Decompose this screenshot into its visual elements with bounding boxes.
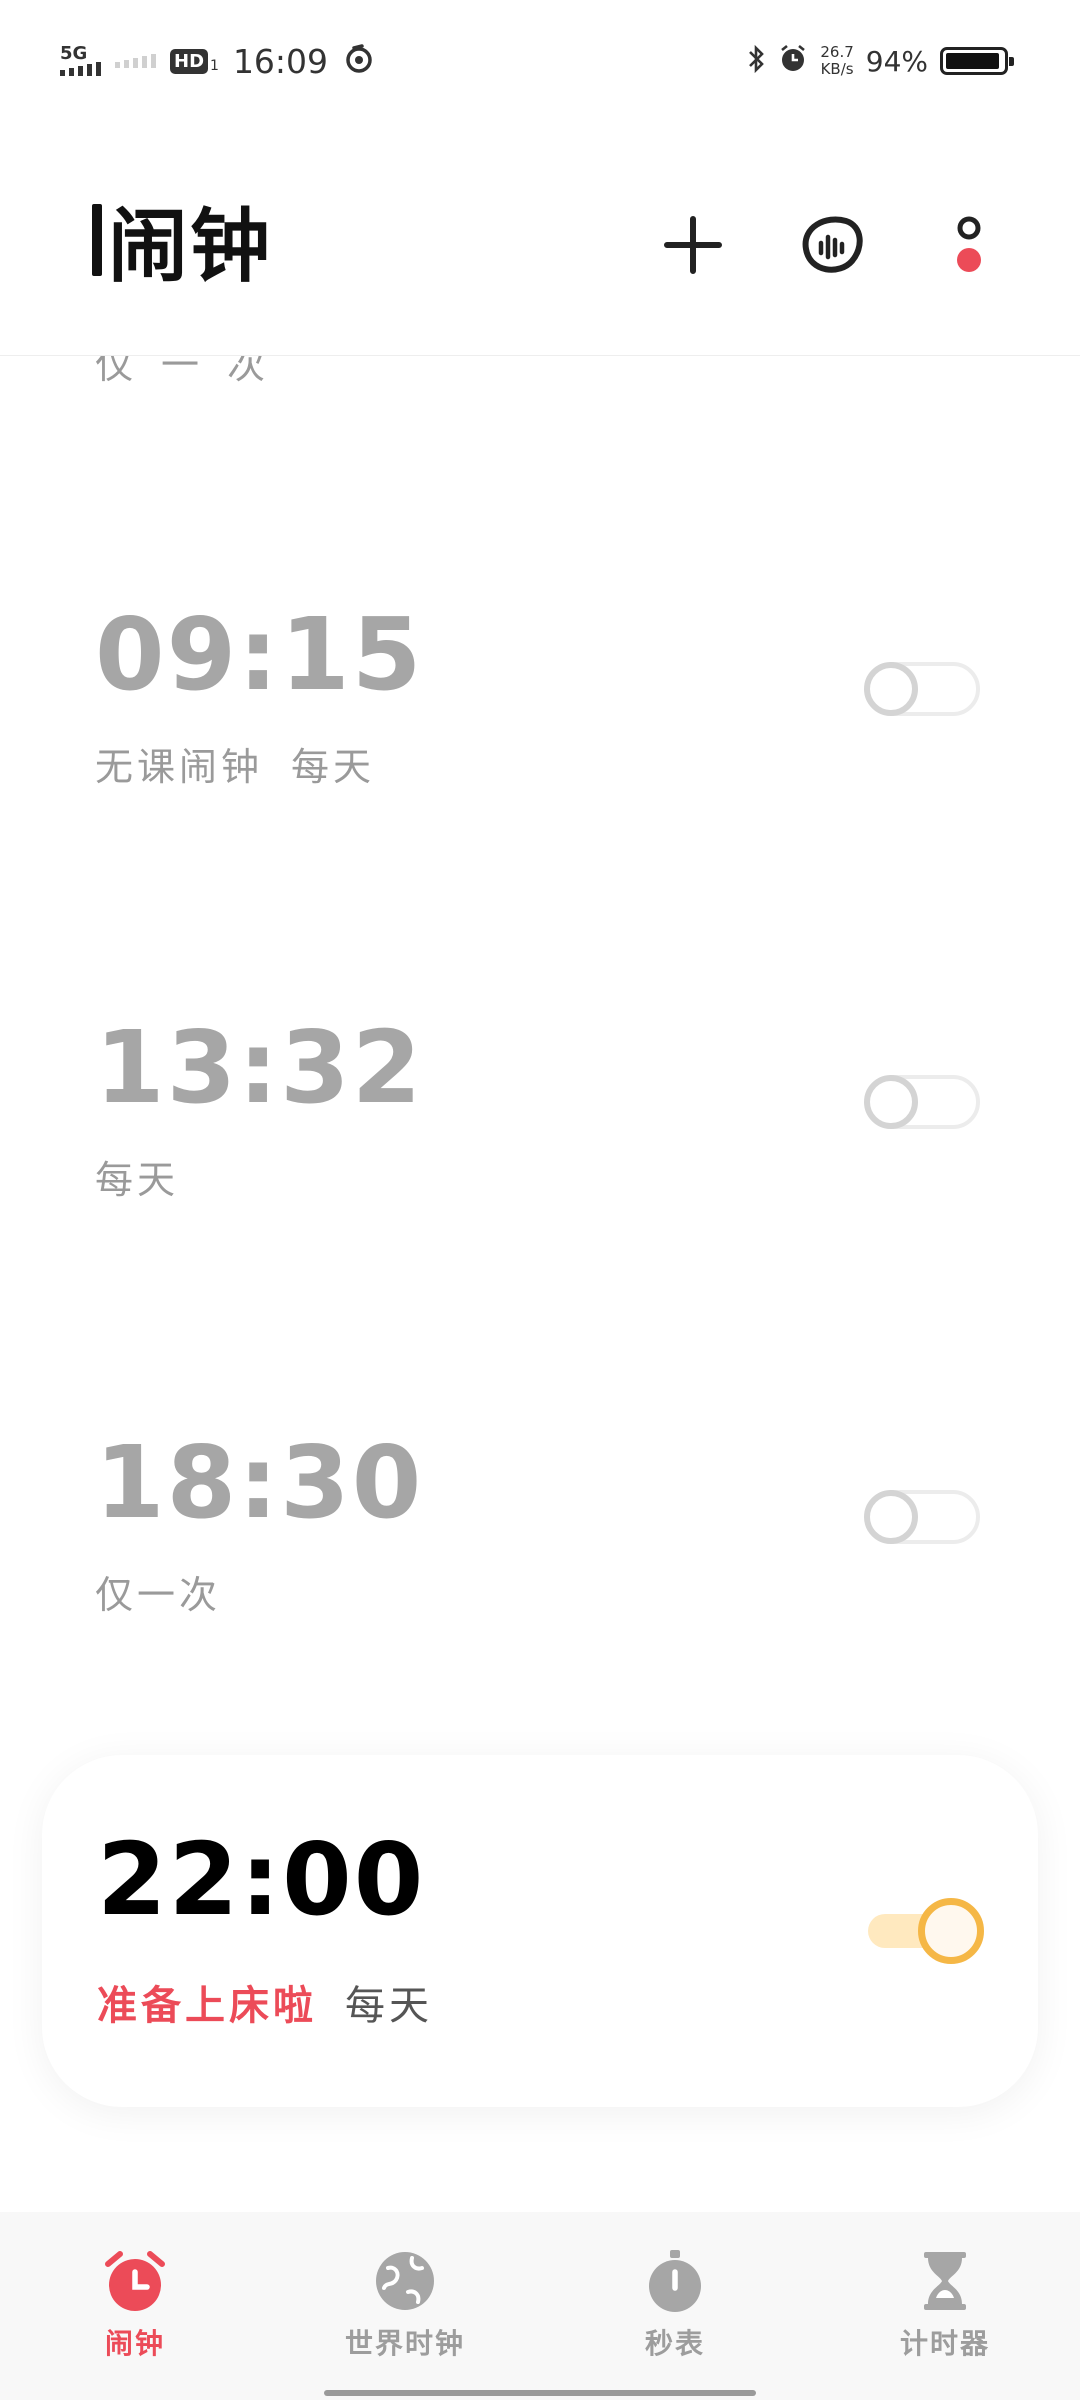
hourglass-icon: [912, 2248, 978, 2314]
page-title: 闹钟: [92, 190, 272, 293]
battery-icon: [940, 47, 1014, 75]
alarm-item[interactable]: 13:32 每天: [0, 1009, 1080, 1309]
bluetooth-icon: [746, 44, 766, 78]
alarm-subtitle: 每天: [95, 1149, 179, 1204]
alarm-clock-icon: [102, 2248, 168, 2314]
more-icon: [957, 216, 981, 272]
alarm-label: 无课闹钟: [95, 745, 264, 789]
alarm-time: 13:32: [95, 1009, 424, 1126]
status-time: 16:09: [232, 41, 329, 81]
voice-icon: [802, 216, 863, 273]
alarm-time: 22:00: [97, 1821, 426, 1938]
alarm-subtitle: 准备上床啦 每天: [97, 1973, 433, 2031]
signal-bars-icon: [60, 62, 101, 76]
alarm-repeat: 每天: [291, 745, 376, 789]
status-bar: 5G HD 1 16:09 26.7 KB/s 94%: [0, 0, 1080, 120]
network-speed: 26.7 KB/s: [820, 43, 854, 78]
globe-icon: [372, 2248, 438, 2314]
notification-app-icon: [342, 42, 376, 80]
alarm-card-active[interactable]: 22:00 准备上床啦 每天: [42, 1755, 1038, 2107]
alarm-toggle[interactable]: [862, 1071, 984, 1133]
alarm-toggle[interactable]: [862, 658, 984, 720]
alarm-repeat-partial: 仅一次: [95, 356, 294, 387]
add-icon: [664, 216, 722, 274]
alarm-subtitle: 仅一次: [95, 1564, 221, 1619]
alarm-time: 09:15: [95, 596, 424, 713]
alarm-time: 18:30: [95, 1424, 424, 1541]
add-alarm-button[interactable]: [643, 195, 743, 295]
alarm-label: 准备上床啦: [97, 1982, 317, 2029]
tab-alarm[interactable]: 闹钟: [35, 2248, 235, 2368]
alarm-toggle[interactable]: [862, 1486, 984, 1548]
alarm-status-icon: [778, 44, 808, 78]
alarm-repeat: 每天: [95, 1158, 180, 1202]
battery-percent: 94%: [865, 44, 928, 78]
tab-stopwatch[interactable]: 秒表: [575, 2248, 775, 2368]
alarm-subtitle: 无课闹钟 每天: [95, 736, 375, 791]
stopwatch-icon: [642, 2248, 708, 2314]
network-type: 5G: [60, 43, 88, 64]
alarm-toggle[interactable]: [862, 1898, 984, 1964]
alarm-item[interactable]: 18:30 仅一次: [0, 1424, 1080, 1724]
hd-badge: HD 1: [170, 48, 219, 74]
home-indicator[interactable]: [324, 2390, 756, 2396]
app-bar: 闹钟: [0, 120, 1080, 357]
voice-button[interactable]: [781, 195, 881, 295]
more-options-button[interactable]: [919, 195, 1019, 295]
tab-timer[interactable]: 计时器: [845, 2248, 1045, 2368]
alarm-repeat: 仅一次: [95, 1573, 222, 1617]
tab-world-clock[interactable]: 世界时钟: [305, 2248, 505, 2368]
bottom-tab-bar: 闹钟 世界时钟 秒表 计时器: [0, 2212, 1080, 2400]
alarm-repeat: 每天: [345, 1983, 433, 2029]
alarm-item[interactable]: 09:15 无课闹钟 每天: [0, 596, 1080, 896]
signal-bars-secondary-icon: [115, 54, 156, 68]
network-indicator: 5G: [60, 43, 101, 76]
